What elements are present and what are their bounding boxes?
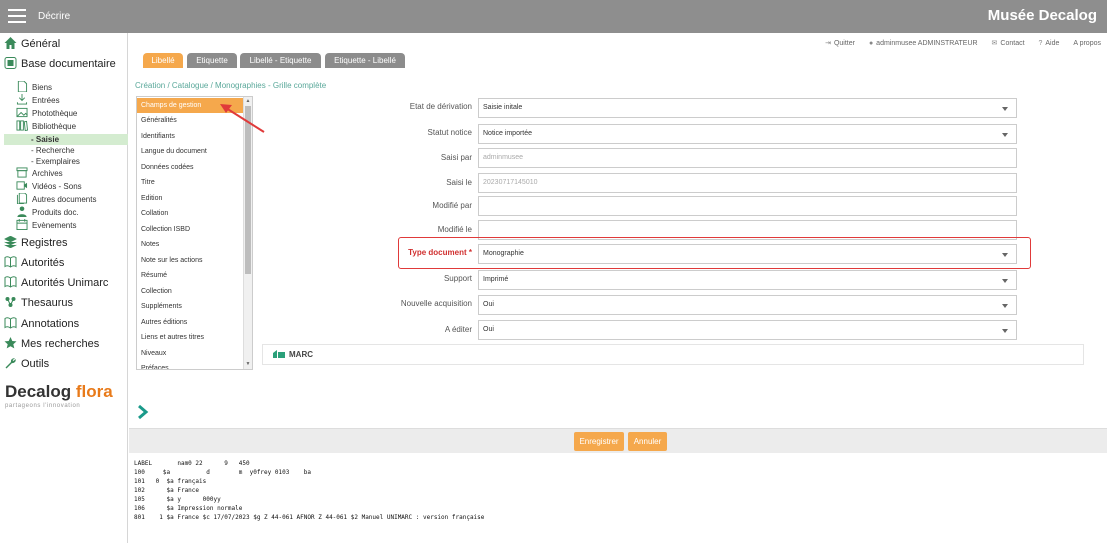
field-label: Modifié le <box>437 225 472 234</box>
help-icon: ? <box>1038 40 1043 47</box>
marc-line: 102 $a France <box>134 487 200 494</box>
top-links: ⇥ Quitter ● adminmusee ADMINSTRATEUR ✉ Cont… <box>813 39 1101 47</box>
chevron-down-icon <box>1002 107 1008 111</box>
list-item[interactable]: Niveaux <box>137 346 243 361</box>
user-icon: ● <box>868 40 874 47</box>
chevron-right-icon[interactable] <box>137 404 149 420</box>
tab-libelle-etiquette[interactable]: Libellé - Etiquette <box>240 53 321 68</box>
type-document-select[interactable]: Monographie <box>478 244 1017 264</box>
sidebar-item-autorites[interactable]: Autorités <box>4 255 64 271</box>
modifie-par-field[interactable] <box>478 196 1017 216</box>
tab-etiquette-libelle[interactable]: Etiquette - Libellé <box>325 53 405 68</box>
field-label: Saisi le <box>446 178 472 187</box>
field-label: Etat de dérivation <box>409 102 472 111</box>
help-link[interactable]: ? Aide <box>1038 40 1059 47</box>
notice-status-select[interactable]: Notice importée <box>478 124 1017 144</box>
mail-icon: ✉ <box>991 40 998 47</box>
marc-line: 106 $a Impression normale <box>134 505 243 512</box>
derivation-state-select[interactable]: Saisie initale <box>478 98 1017 118</box>
sidebar-item-mes-recherches[interactable]: Mes recherches <box>4 336 99 352</box>
field-label: A éditer <box>444 325 472 334</box>
saisi-le-field[interactable]: 20230717145010 <box>478 173 1017 193</box>
field-label: Saisi par <box>440 153 472 162</box>
user-link[interactable]: ● adminmusee ADMINSTRATEUR <box>869 40 978 47</box>
registers-icon <box>4 236 17 248</box>
marc-line: 100 $a d m y0frey 0103 ba <box>134 469 312 476</box>
list-item[interactable]: Généralités <box>137 113 243 128</box>
tab-etiquette[interactable]: Etiquette <box>187 53 237 68</box>
field-label: Statut notice <box>427 128 472 137</box>
field-label: Support <box>443 274 472 283</box>
marc-line: 105 $a y 000yy <box>134 496 221 503</box>
cancel-button[interactable]: Annuler <box>628 432 667 451</box>
exit-icon: ⇥ <box>825 40 831 47</box>
saisi-par-field[interactable]: adminmusee <box>478 148 1017 168</box>
chevron-down-icon <box>1002 253 1008 257</box>
marc-icon <box>273 350 285 358</box>
page-context-label: Décrire <box>38 11 71 22</box>
wrench-icon <box>5 358 16 369</box>
star-icon <box>4 337 17 349</box>
about-link[interactable]: A propos <box>1073 40 1101 47</box>
database-icon <box>4 57 17 69</box>
app-title: Musée Decalog <box>987 7 1097 24</box>
scroll-down-icon[interactable]: ▼ <box>245 361 251 367</box>
document-icon <box>17 81 28 92</box>
chevron-down-icon <box>1002 329 1008 333</box>
top-bar: Décrire Musée Decalog <box>0 0 1107 33</box>
sidebar-item-general[interactable]: Général <box>4 36 60 52</box>
marc-line: LABEL nam0 22 9 450 <box>134 460 250 467</box>
a-editer-select[interactable]: Oui <box>478 320 1017 340</box>
save-button[interactable]: Enregistrer <box>574 432 624 451</box>
marc-record-view: LABEL nam0 22 9 450 100 $a d m y0frey 01… <box>134 459 1094 539</box>
field-label-required: Type document * <box>408 248 472 257</box>
sidebar-item-outils[interactable]: Outils <box>4 356 49 372</box>
archive-icon <box>16 167 28 178</box>
book-open-icon <box>4 256 17 268</box>
hamburger-menu-icon[interactable] <box>8 9 26 23</box>
marc-section-header[interactable]: MARC <box>262 344 1084 365</box>
nouvelle-acquisition-select[interactable]: Oui <box>478 295 1017 315</box>
logo-tagline: partageons l'innovation <box>5 403 81 409</box>
action-bar: Enregistrer Annuler <box>129 428 1107 453</box>
quit-link[interactable]: ⇥ Quitter <box>825 40 855 47</box>
contact-link[interactable]: ✉ Contact <box>992 40 1025 47</box>
support-select[interactable]: Imprimé <box>478 270 1017 290</box>
field-label: Nouvelle acquisition <box>400 299 472 308</box>
chevron-down-icon <box>1002 279 1008 283</box>
sidebar-item-biens[interactable]: Biens <box>16 81 52 94</box>
chevron-down-icon <box>1002 304 1008 308</box>
marc-line: 101 0 $a français <box>134 478 207 485</box>
chevron-down-icon <box>1002 133 1008 137</box>
decalog-flora-logo: Decalog flora <box>5 382 113 401</box>
list-item[interactable]: Collection <box>137 284 243 299</box>
marc-line: 801 1 $a France $c 17/07/2023 $g Z 44-06… <box>134 514 485 521</box>
tab-libelle[interactable]: Libellé <box>143 53 183 68</box>
sidebar-item-base-documentaire[interactable]: Base documentaire <box>4 56 116 72</box>
home-icon <box>4 37 17 49</box>
list-item[interactable]: Préfaces <box>137 361 243 369</box>
field-label: Modifié par <box>432 201 472 210</box>
breadcrumb[interactable]: Création / Catalogue / Monographies - Gr… <box>135 81 326 90</box>
